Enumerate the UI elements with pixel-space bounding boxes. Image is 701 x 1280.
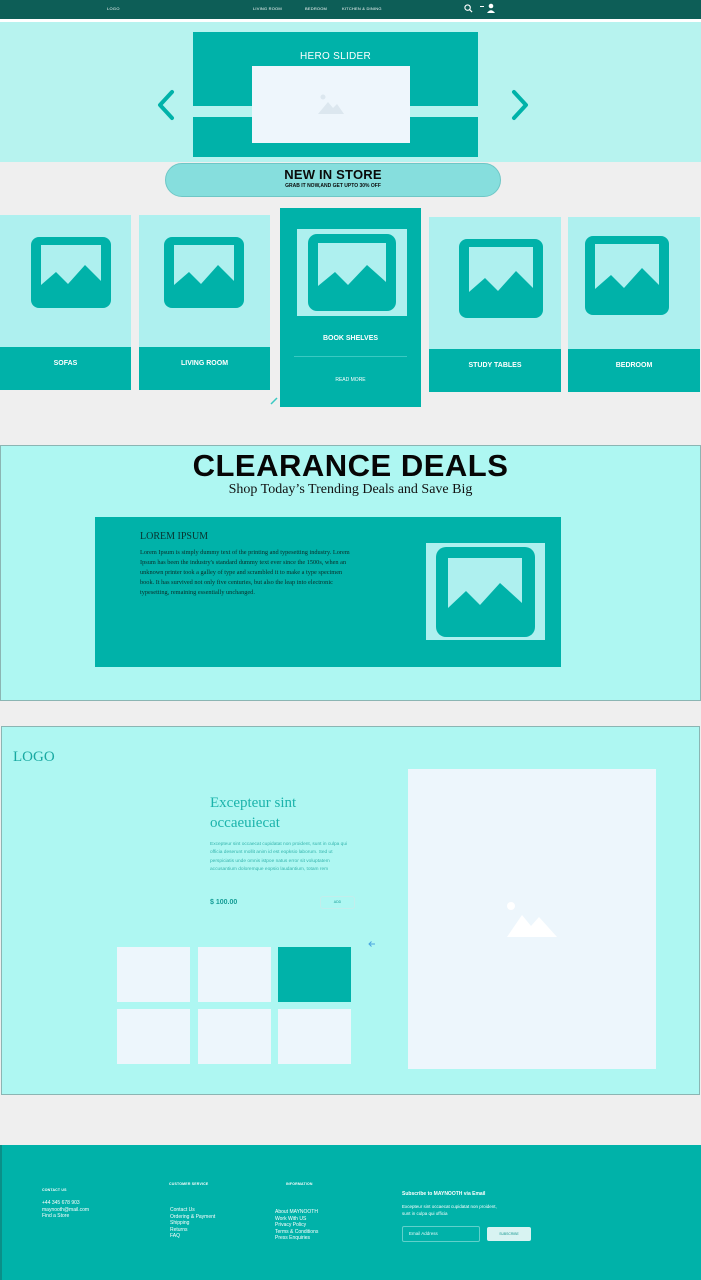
chevron-right-icon[interactable] [508, 88, 532, 122]
image-placeholder-icon [507, 902, 557, 937]
category-label: LIVING ROOM [139, 347, 270, 390]
footer-info-list: About MAYNOOTH Work With US Privacy Poli… [275, 1209, 318, 1242]
category-card-study-tables[interactable]: STUDY TABLES [429, 217, 561, 392]
category-card-book-shelves[interactable]: BOOK SHELVES READ MORE [280, 208, 421, 407]
footer: CONTACT US +44 345 678 903 maynooth@mail… [0, 1145, 701, 1280]
product-thumbnail[interactable] [198, 947, 271, 1002]
top-nav: LOGO LIVING ROOM BEDROOM KITCHEN & DININ… [0, 0, 701, 19]
subscribe-text: Excepteur sint occaecat cupidatat non pr… [402, 1204, 497, 1216]
email-field[interactable]: Email Address [402, 1226, 480, 1242]
nav-link-bedroom[interactable]: BEDROOM [305, 6, 327, 11]
deal-title: LOREM IPSUM [140, 531, 209, 542]
read-more-link[interactable]: READ MORE [280, 377, 421, 383]
product-main-image [408, 769, 656, 1069]
footer-heading-info: INFORMATION [286, 1182, 313, 1186]
product-thumbnail[interactable] [278, 1009, 351, 1064]
promo-title: NEW IN STORE [284, 167, 382, 182]
chevron-left-icon[interactable] [154, 88, 178, 122]
pencil-icon [270, 397, 278, 405]
deal-card[interactable]: LOREM IPSUM Lorem Ipsum is simply dummy … [95, 517, 561, 667]
arrow-left-icon [368, 941, 375, 947]
footer-link[interactable]: FAQ [170, 1233, 215, 1240]
product-description: Excepteur sint occaecat cupidatat non pr… [210, 842, 348, 872]
deal-image [426, 543, 545, 640]
footer-heading-contact: CONTACT US [42, 1188, 67, 1192]
clearance-subtitle: Shop Today’s Trending Deals and Save Big [228, 482, 473, 497]
footer-heading-service: CUSTOMER SERVICE [169, 1182, 209, 1186]
promo-subtitle: GRAB IT NOW,AND GET UPTO 30% OFF [285, 183, 381, 189]
image-icon [29, 235, 113, 310]
category-card-sofas[interactable]: SOFAS [0, 215, 131, 390]
find-store-link[interactable]: Find a Store [42, 1213, 89, 1220]
product-section: LOGO Excepteur sint occaeuiecat Excepteu… [1, 726, 700, 1095]
footer-contact-list: +44 345 678 903 maynooth@mail.com Find a… [42, 1200, 89, 1220]
image-icon [583, 234, 671, 317]
footer-edge [0, 1145, 2, 1280]
clearance-title: CLEARANCE DEALS [192, 448, 509, 483]
clearance-section: CLEARANCE DEALS Shop Today’s Trending De… [0, 445, 701, 701]
category-card-living-room[interactable]: LIVING ROOM [139, 215, 270, 390]
footer-service-list: Contact Us Ordering & Payment Shipping R… [170, 1207, 215, 1240]
nav-link-living-room[interactable]: LIVING ROOM [253, 6, 282, 11]
product-thumbnail[interactable] [117, 1009, 190, 1064]
hero-title: HERO SLIDER [299, 51, 372, 62]
divider [294, 356, 407, 357]
product-thumbnail[interactable] [198, 1009, 271, 1064]
footer-link[interactable]: Press Enquiries [275, 1235, 318, 1242]
image-icon [457, 237, 545, 320]
subscribe-button[interactable]: SUBSCRIBE [487, 1227, 531, 1241]
category-label: BOOK SHELVES [322, 335, 379, 342]
category-card-bedroom[interactable]: BEDROOM [568, 217, 700, 392]
deal-description: Lorem Ipsum is simply dummy text of the … [140, 549, 350, 596]
category-label: STUDY TABLES [429, 349, 561, 392]
subscribe-title: Subscribe to MAYNOOTH via Email [402, 1191, 486, 1197]
user-icon[interactable] [480, 3, 496, 13]
product-logo[interactable]: LOGO [13, 749, 55, 766]
category-label: SOFAS [0, 347, 131, 390]
product-price: $ 100.00 [210, 899, 238, 906]
promo-banner[interactable]: NEW IN STORE GRAB IT NOW,AND GET UPTO 30… [165, 163, 501, 197]
image-placeholder-icon [318, 94, 344, 114]
image-icon [162, 235, 246, 310]
category-label: BEDROOM [568, 349, 700, 392]
hero-section: HERO SLIDER [0, 22, 701, 162]
product-thumbnail-selected[interactable] [278, 947, 351, 1002]
image-icon [436, 547, 535, 637]
footer-link[interactable]: About MAYNOOTH [275, 1209, 318, 1216]
hero-image [252, 66, 410, 143]
image-icon [306, 232, 398, 313]
add-to-cart-button[interactable]: ADD [320, 896, 355, 909]
nav-logo[interactable]: LOGO [107, 6, 120, 11]
product-thumbnail[interactable] [117, 947, 190, 1002]
search-icon[interactable] [464, 4, 473, 13]
nav-link-kitchen-dining[interactable]: KITCHEN & DINING [342, 6, 382, 11]
product-title: Excepteur sint occaeuiecat [210, 795, 297, 831]
hero-slider[interactable]: HERO SLIDER [193, 32, 478, 157]
